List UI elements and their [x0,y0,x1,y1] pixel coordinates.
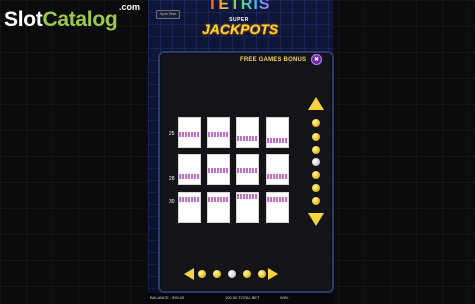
watermark-com-text: .com [119,2,141,12]
side-page-dot[interactable] [312,146,320,154]
page-dot-active[interactable] [228,270,236,278]
side-page-dot[interactable] [312,171,320,179]
game-logo: TETRIS SUPER JACKPOTS [200,0,278,44]
row-label: 28 [169,176,175,182]
scroll-up-arrow-icon[interactable] [308,97,324,113]
page-dot[interactable] [258,270,266,278]
watermark-slot-text: Slot [4,8,43,31]
reel-cell [266,154,289,185]
page-dot[interactable] [198,270,206,278]
reel-cell [266,117,289,148]
page-dot[interactable] [213,270,221,278]
reel-cell [178,192,201,223]
reel-cell [236,117,259,148]
row-label: 25 [169,131,175,137]
side-page-dot[interactable] [312,197,320,205]
reel-cell [236,154,259,185]
reel-cell [236,192,259,223]
side-page-dot[interactable] [312,133,320,141]
row-label: 30 [169,199,175,205]
previous-page-arrow-icon[interactable] [184,268,196,280]
side-page-dot-active[interactable] [312,158,320,166]
side-page-dot[interactable] [312,119,320,127]
balance-readout: BALANCE : 990.00 [150,295,185,300]
page-dot[interactable] [243,270,251,278]
close-icon[interactable]: ✖ [311,54,322,65]
spin-test-button[interactable]: Spin Test [156,10,180,19]
logo-jackpots-text: JACKPOTS [202,21,279,37]
reel-cell [178,154,201,185]
reel-cell [266,192,289,223]
watermark-catalog-text: Catalog [42,8,118,31]
logo-tetris-text: TETRIS [204,0,274,14]
win-readout: WIN : [280,295,290,300]
side-page-dot[interactable] [312,184,320,192]
reel-cell [178,117,201,148]
reel-cell [207,154,230,185]
reel-cell [207,192,230,223]
reel-cell [207,117,230,148]
scroll-down-arrow-icon[interactable] [308,213,324,229]
slotcatalog-watermark-logo: SlotCatalog .com [4,2,144,36]
total-bet-readout: 100.00 TOTAL BET [225,295,260,300]
next-page-arrow-icon[interactable] [268,268,280,280]
paytable-title: FREE GAMES BONUS [240,57,307,63]
